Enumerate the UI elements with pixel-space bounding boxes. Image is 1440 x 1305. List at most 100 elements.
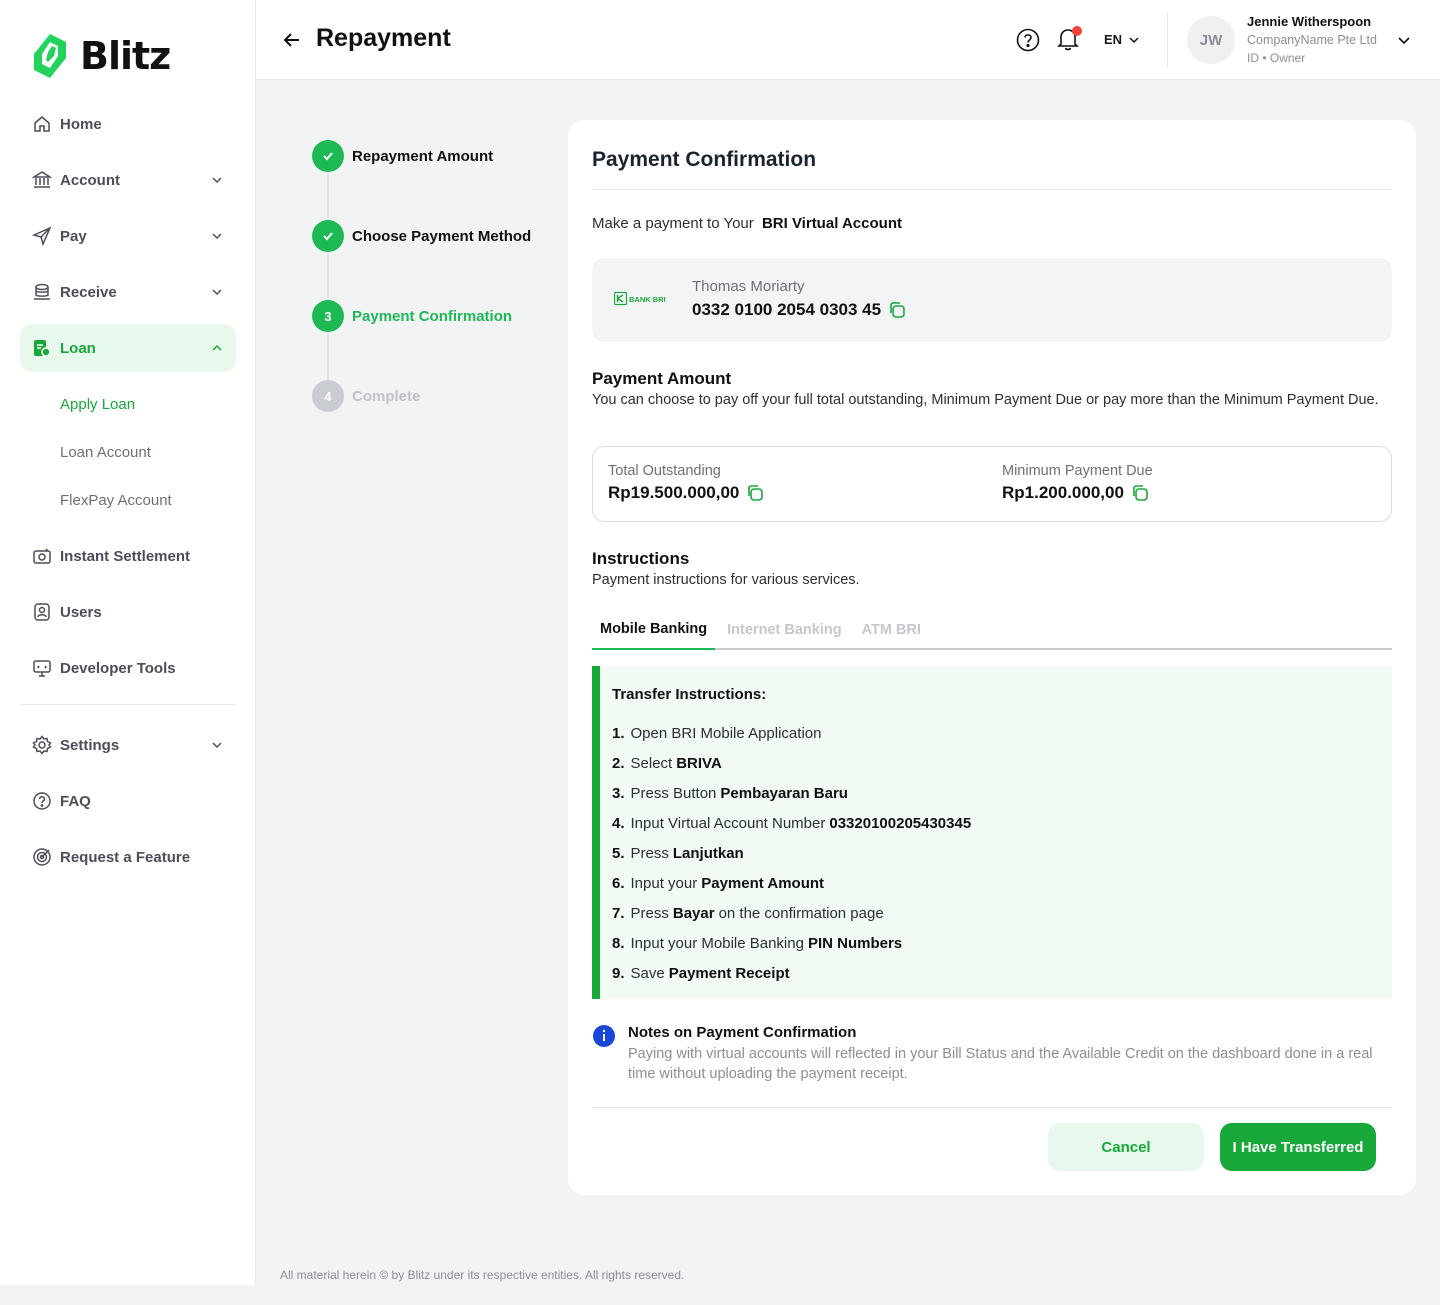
chevron-down-icon: [212, 742, 222, 749]
virtual-account-box: BANK BRI Thomas Moriarty 0332 0100 2054 …: [592, 258, 1392, 342]
blitz-logo-icon: [34, 34, 66, 78]
sidebar-item-label: Request a Feature: [60, 848, 191, 866]
sidebar-item-faq[interactable]: FAQ: [20, 777, 236, 825]
chevron-down-icon[interactable]: [1396, 32, 1412, 48]
home-icon: [32, 114, 52, 134]
i-have-transferred-button[interactable]: I Have Transferred: [1220, 1123, 1376, 1171]
bank-icon: [32, 170, 52, 190]
step-num: 9.: [612, 964, 625, 982]
step-text: Open BRI Mobile Application: [630, 724, 822, 742]
back-arrow-icon[interactable]: [280, 28, 304, 52]
list-item: 3. Press Button Pembayaran Baru: [612, 778, 975, 808]
step-bold: Lanjutkan: [672, 844, 744, 862]
step-bold: PIN Numbers: [807, 934, 903, 952]
sidebar-subitem-loan-account[interactable]: Loan Account: [20, 428, 236, 476]
chevron-up-icon: [212, 344, 222, 351]
user-name: Jennie Witherspoon: [1247, 14, 1372, 29]
loan-icon: [32, 338, 52, 358]
tab-atm-bri[interactable]: ATM BRI: [854, 610, 929, 650]
sidebar-item-receive[interactable]: Receive: [20, 268, 236, 316]
sidebar-item-label: Users: [60, 603, 102, 621]
list-item: 2. Select BRIVA: [612, 748, 975, 778]
step-number: 3: [312, 300, 344, 332]
info-icon: [593, 1025, 615, 1047]
step-text: Input your Mobile Banking: [630, 934, 804, 952]
sidebar-item-settings[interactable]: Settings: [20, 721, 236, 769]
make-payment-prefix: Make a payment to Your: [592, 215, 754, 232]
sidebar-item-loan[interactable]: Loan: [20, 324, 236, 372]
check-icon: [312, 220, 344, 252]
list-item: 5. Press Lanjutkan: [612, 838, 975, 868]
sidebar-item-developer-tools[interactable]: Developer Tools: [20, 644, 236, 692]
sidebar-subitem-flexpay-account[interactable]: FlexPay Account: [20, 476, 236, 524]
send-icon: [32, 226, 52, 246]
notification-badge: [1072, 26, 1082, 36]
instructions-title: Instructions: [592, 549, 690, 568]
notes-desc: Paying with virtual accounts will reflec…: [628, 1046, 1373, 1082]
instructions-desc: Payment instructions for various service…: [592, 572, 860, 588]
list-item: 4. Input Virtual Account Number 0332010020…: [612, 808, 975, 838]
brand-name: Blitz: [80, 34, 171, 78]
sidebar-subitem-apply-loan[interactable]: Apply Loan: [20, 380, 236, 428]
avatar[interactable]: JW: [1187, 16, 1235, 64]
bank-bri-logo: BANK BRI: [614, 291, 666, 306]
chevron-down-icon: [212, 289, 222, 296]
step-label: Repayment Amount: [352, 147, 494, 165]
account-number-row: 0332 0100 2054 0303 45: [692, 300, 907, 320]
footer-copyright: All material herein © by Blitz under its…: [280, 1268, 685, 1282]
step-bold: 03320100205430345: [829, 814, 972, 832]
question-icon: [32, 791, 52, 811]
sidebar-item-users[interactable]: Users: [20, 588, 236, 636]
footer-divider: [592, 1107, 1392, 1108]
user-company: CompanyName Pte Ltd: [1247, 33, 1377, 47]
total-outstanding-label: Total Outstanding: [608, 463, 721, 479]
step-payment-confirmation: 3 Payment Confirmation: [312, 300, 512, 332]
step-text: Press: [630, 844, 669, 862]
step-connector: [327, 252, 329, 300]
list-item: 9. Save Payment Receipt: [612, 958, 975, 988]
notifications-button[interactable]: [1056, 26, 1082, 52]
brand-logo[interactable]: Blitz: [30, 34, 171, 78]
tab-internet-banking[interactable]: Internet Banking: [719, 610, 849, 650]
chevron-down-icon: [212, 177, 222, 184]
sidebar-item-account[interactable]: Account: [20, 156, 236, 204]
step-label: Complete: [352, 387, 421, 405]
step-text: Input your: [630, 874, 698, 892]
step-text: Select: [630, 754, 673, 772]
step-text: Press Button: [630, 784, 717, 802]
step-num: 7.: [612, 904, 625, 922]
copy-icon[interactable]: [745, 483, 765, 503]
instruction-steps: 1. Open BRI Mobile Application 2. Select BR…: [612, 718, 975, 988]
tab-mobile-banking[interactable]: Mobile Banking: [592, 610, 716, 650]
cancel-button[interactable]: Cancel: [1048, 1123, 1204, 1171]
step-num: 1.: [612, 724, 625, 742]
sidebar-item-label: Receive: [60, 283, 117, 301]
sidebar-item-instant-settlement[interactable]: Instant Settlement: [20, 532, 236, 580]
total-outstanding-value: Rp19.500.000,00: [608, 483, 740, 502]
sidebar-item-request-feature[interactable]: Request a Feature: [20, 833, 236, 881]
step-connector: [327, 172, 329, 220]
gear-icon: [32, 735, 52, 755]
target-icon: [32, 847, 52, 867]
transfer-instructions-box: Transfer Instructions: 1. Open BRI Mobile…: [592, 666, 1392, 999]
copy-icon[interactable]: [1130, 483, 1150, 503]
minimum-payment-row: Rp1.200.000,00: [1002, 483, 1153, 503]
language-select[interactable]: EN: [1104, 32, 1140, 47]
sidebar-item-label: Instant Settlement: [60, 547, 191, 565]
step-num: 3.: [612, 784, 625, 802]
step-label: Choose Payment Method: [352, 227, 532, 245]
sidebar-item-home[interactable]: Home: [20, 100, 236, 148]
step-num: 6.: [612, 874, 625, 892]
copy-icon[interactable]: [887, 300, 907, 320]
step-label: Payment Confirmation: [352, 307, 513, 325]
header-divider: [1167, 12, 1168, 68]
step-bold: Payment Amount: [701, 874, 825, 892]
user-role: ID • Owner: [1247, 51, 1306, 65]
total-outstanding-row: Rp19.500.000,00: [608, 483, 765, 503]
sidebar-item-pay[interactable]: Pay: [20, 212, 236, 260]
help-icon[interactable]: [1016, 28, 1040, 52]
step-complete: 4 Complete: [312, 380, 420, 412]
step-choose-payment-method: Choose Payment Method: [312, 220, 531, 252]
amount-summary-box: Total Outstanding Rp19.500.000,00 Minimu…: [592, 446, 1392, 522]
sidebar-item-label: Account: [60, 171, 120, 189]
